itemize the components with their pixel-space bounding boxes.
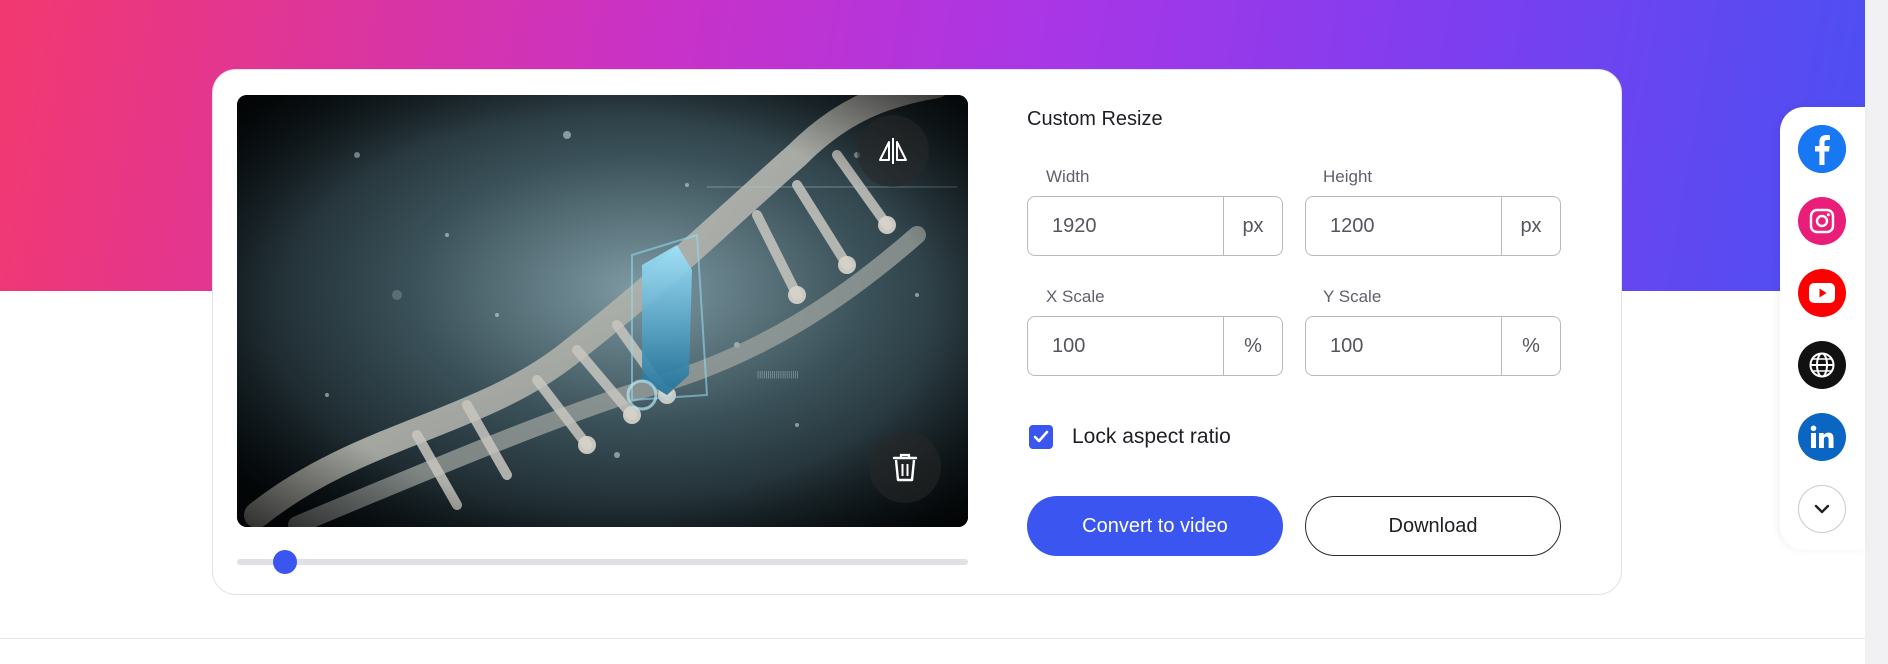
image-preview: |||||||||||||||||||| [237,95,968,527]
facebook-icon [1798,125,1846,173]
lock-aspect-label: Lock aspect ratio [1072,425,1231,448]
height-unit: px [1501,197,1560,255]
lock-aspect-checkbox[interactable] [1029,425,1053,449]
instagram-share-button[interactable] [1798,197,1846,245]
social-collapse-button[interactable] [1798,485,1846,533]
y-scale-input[interactable] [1306,317,1501,375]
y-scale-field: % [1305,316,1561,376]
linkedin-icon [1810,425,1834,448]
website-share-button[interactable] [1798,341,1846,389]
x-scale-unit: % [1223,317,1282,375]
checkmark-icon [1033,430,1049,443]
delete-image-button[interactable] [869,431,941,503]
zoom-slider-thumb[interactable] [272,550,297,574]
convert-to-video-button[interactable]: Convert to video [1027,496,1283,556]
height-label: Height [1323,167,1373,186]
width-field: px [1027,196,1283,256]
section-divider [0,638,1865,639]
youtube-share-button[interactable] [1798,269,1846,317]
y-scale-unit: % [1501,317,1560,375]
width-unit: px [1223,197,1282,255]
chevron-down-icon [1814,504,1830,514]
lock-aspect-ratio-toggle[interactable]: Lock aspect ratio [1029,425,1231,449]
download-button[interactable]: Download [1305,496,1561,556]
social-share-rail [1780,107,1865,550]
zoom-slider[interactable] [237,550,968,574]
facebook-share-button[interactable] [1798,125,1846,173]
trash-icon [892,453,918,482]
y-scale-label: Y Scale [1323,287,1382,306]
linkedin-share-button[interactable] [1798,413,1846,461]
width-input[interactable] [1028,197,1223,255]
x-scale-label: X Scale [1046,287,1105,306]
height-field: px [1305,196,1561,256]
flip-horizontal-icon [879,138,907,164]
width-label: Width [1046,167,1090,186]
instagram-icon [1809,208,1835,234]
globe-icon [1809,352,1835,378]
page-scrollbar[interactable] [1865,0,1888,664]
mirror-image-button[interactable] [857,115,929,187]
height-input[interactable] [1306,197,1501,255]
x-scale-field: % [1027,316,1283,376]
youtube-icon [1809,283,1835,303]
x-scale-input[interactable] [1028,317,1223,375]
section-title: Custom Resize [1027,108,1163,130]
